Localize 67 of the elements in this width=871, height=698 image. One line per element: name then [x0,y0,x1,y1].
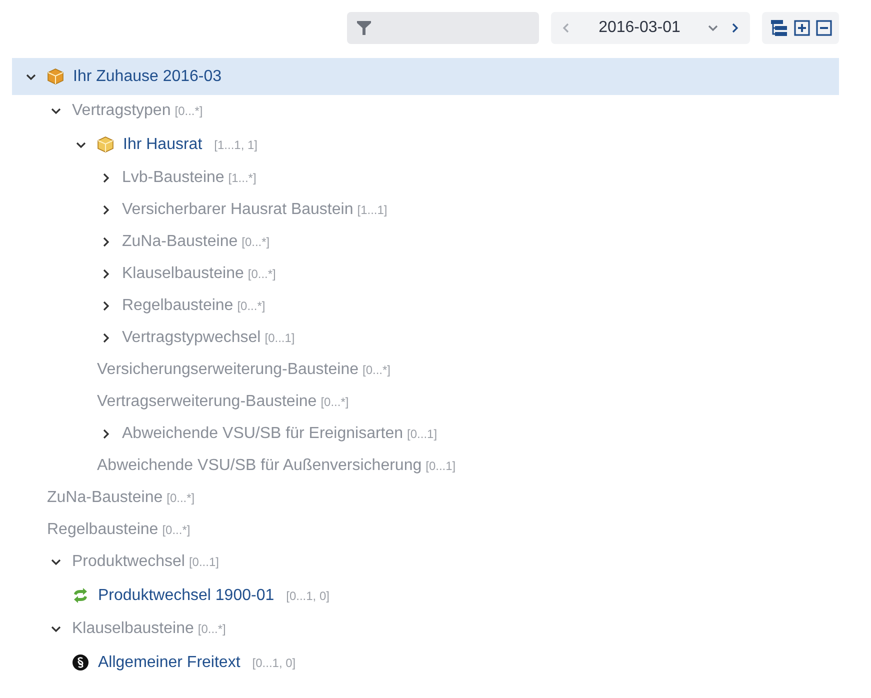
node-label: Produktwechsel [72,553,185,571]
node-label: Versicherbarer Hausrat Baustein [122,201,354,219]
tree-group-row[interactable]: Versicherungserweiterung-Bausteine [0...*] [12,354,839,386]
cardinality: [0...1, 0] [252,656,296,670]
tree-group-row[interactable]: Klauselbausteine [0...*] [12,258,839,290]
tree-group-row[interactable]: Vertragstypen [0...*] [12,95,839,127]
cardinality: [0...*] [198,622,226,636]
plus-icon [794,20,810,36]
cardinality: [0...1, 0] [286,588,330,602]
node-label: Klauselbausteine [122,265,244,283]
node-label: Lvb-Bausteine [122,169,224,187]
tree-node[interactable]: Produktwechsel 1900-01 [0...1, 0] [12,578,839,613]
expand-all-button[interactable] [792,18,812,38]
node-label: Vertragstypwechsel [122,329,261,347]
cardinality: [1...1, 1] [214,138,258,152]
node-label: Abweichende VSU/SB für Außenversicherung [97,457,422,475]
box-icon [97,136,114,153]
node-label: Versicherungserweiterung-Bausteine [97,361,358,379]
tree-node[interactable]: Ihr Zuhause 2016-03 [12,58,839,95]
node-label: Abweichende VSU/SB für Ereignisarten [122,425,404,443]
box-icon [47,68,64,85]
cardinality: [0...1] [426,459,456,473]
tree-group-row[interactable]: Abweichende VSU/SB für Ereignisarten [0...1] [12,418,839,450]
cardinality: [0...*] [362,363,390,377]
cardinality: [0...*] [248,267,276,281]
node-label: Vertragserweiterung-Bausteine [97,393,317,411]
cardinality: [0...*] [320,395,349,409]
cardinality: [1...1] [357,203,388,217]
node-label: Regelbausteine [122,297,234,315]
node-label: Produktwechsel 1900-01 [98,586,274,604]
cardinality: [0...*] [174,104,203,118]
node-label: Klauselbausteine [72,620,194,638]
paragraph-icon [72,654,89,671]
node-label: Allgemeiner Freitext [98,654,240,672]
cardinality: [0...*] [162,523,190,537]
cardinality: [0...1] [407,427,438,441]
tree-group-row[interactable]: Abweichende VSU/SB für Außenversicherung [0...1] [12,450,839,482]
tree-group-row[interactable]: Lvb-Bausteine [1...*] [12,162,839,194]
node-label: ZuNa-Bausteine [122,233,238,251]
tree-group-row[interactable]: Versicherbarer Hausrat Baustein [1...1] [12,194,839,226]
filter-field[interactable] [347,12,539,44]
tree-group-row[interactable]: Vertragserweiterung-Bausteine [0...*] [12,386,839,418]
node-label: Ihr Hausrat [123,136,202,154]
cardinality: [1...*] [228,171,256,185]
tree-group-row[interactable]: Vertragstypwechsel [0...1] [12,322,839,354]
tree-group-row[interactable]: Regelbausteine [0...*] [12,514,839,546]
tree-group-row[interactable]: Produktwechsel [0...1] [12,546,839,578]
swap-arrows-icon [72,587,89,604]
cardinality: [0...*] [237,299,266,313]
cardinality: [0...1] [264,331,295,345]
tree-group-row[interactable]: ZuNa-Bausteine [0...*] [12,482,839,514]
node-label: Vertragstypen [72,102,171,120]
cardinality: [0...*] [242,235,270,249]
tree-icon [770,19,788,37]
node-label: ZuNa-Bausteine [47,489,163,507]
collapse-all-button[interactable] [814,18,834,38]
tree-group-row[interactable]: Klauselbausteine [0...*] [12,613,839,645]
node-label: Ihr Zuhause 2016-03 [73,68,222,86]
filter-icon [357,20,371,36]
tree-group-row[interactable]: Regelbausteine [0...*] [12,290,839,322]
minus-icon [816,20,832,36]
tree-node[interactable]: Ihr Hausrat [1...1, 1] [12,127,839,162]
node-label: Regelbausteine [47,521,158,539]
tree-group-row[interactable]: ZuNa-Bausteine [0...*] [12,226,839,258]
cardinality: [0...*] [166,491,195,505]
cardinality: [0...1] [188,555,219,569]
tree-node[interactable]: Allgemeiner Freitext [0...1, 0] [12,645,839,680]
